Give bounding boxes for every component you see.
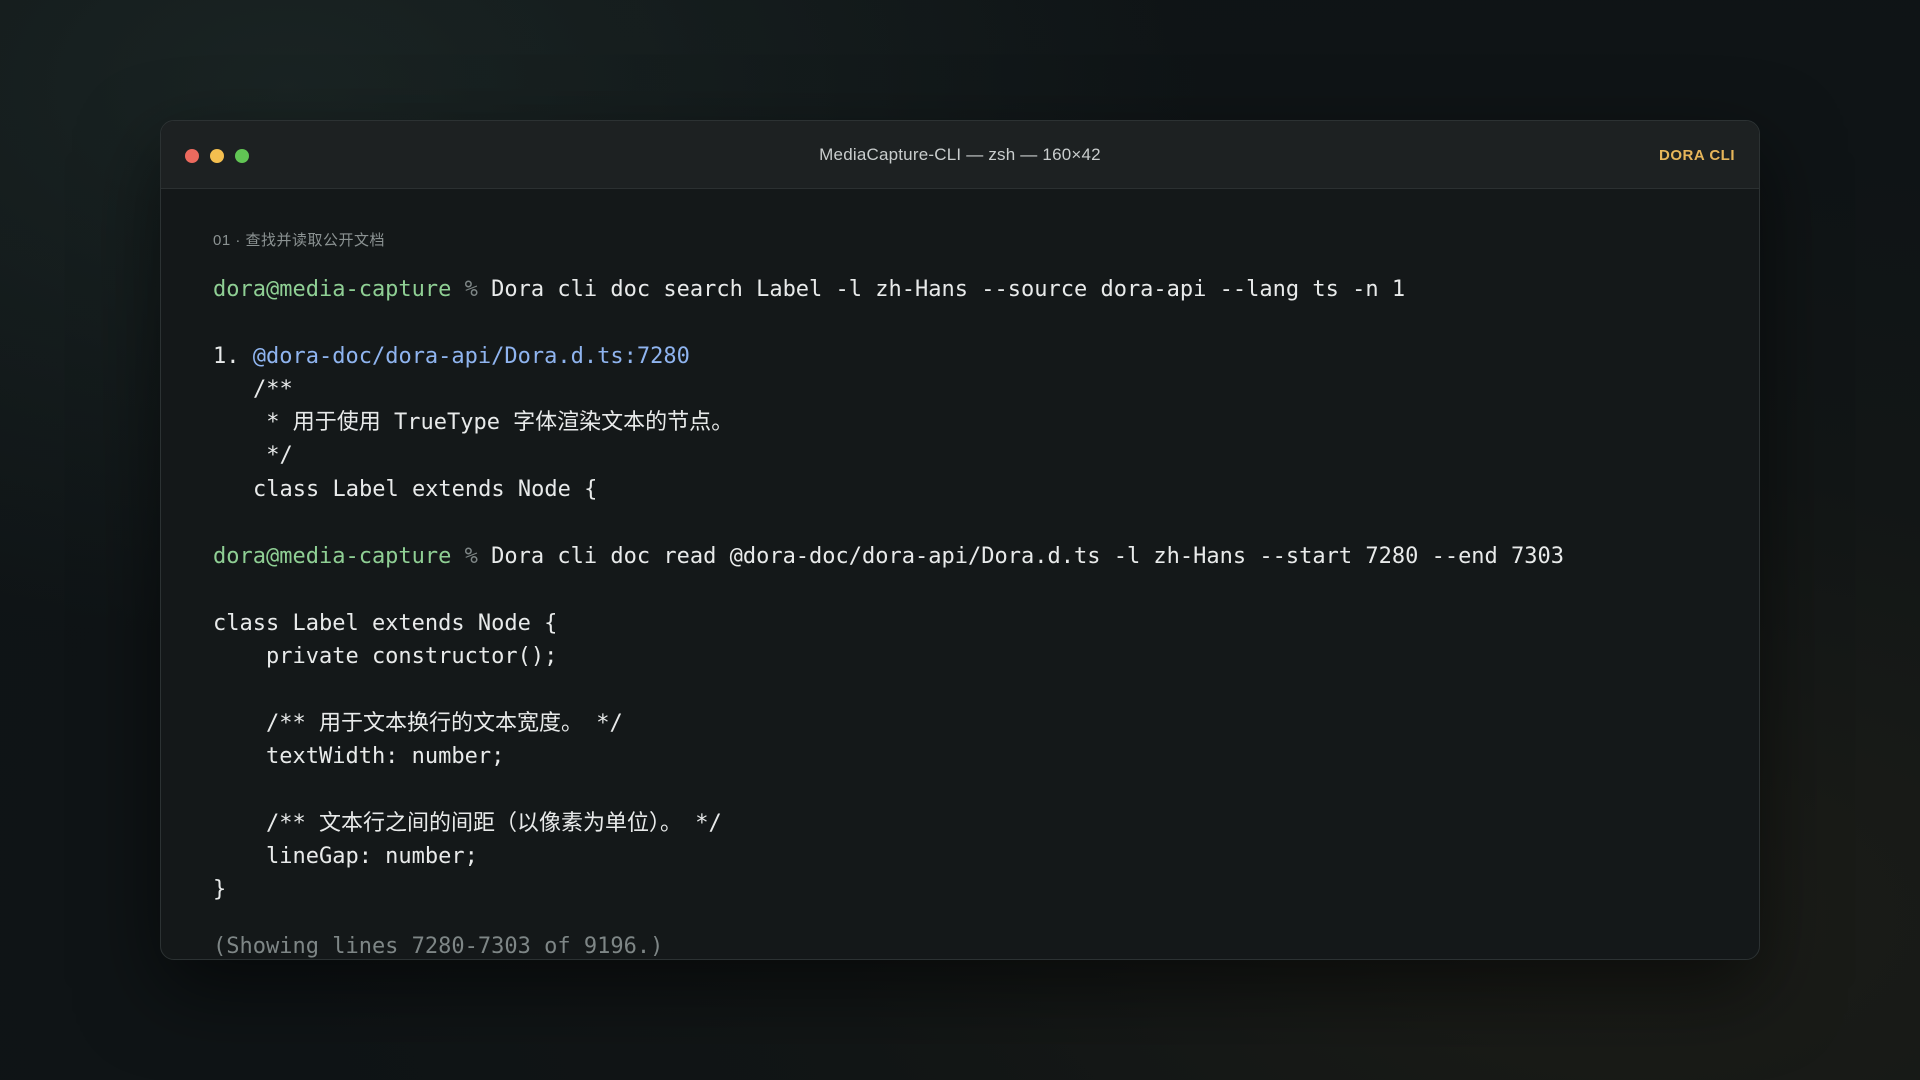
output-line: private constructor(); bbox=[213, 644, 558, 669]
command-text: Dora cli doc search Label -l zh-Hans --s… bbox=[491, 277, 1406, 302]
command-text: Dora cli doc read @dora-doc/dora-api/Dor… bbox=[491, 544, 1565, 569]
prompt-symbol: % bbox=[464, 544, 478, 569]
prompt-user: dora@media-capture bbox=[213, 277, 452, 302]
output-line: lineGap: number; bbox=[213, 844, 478, 869]
result-line: class Label extends Node { bbox=[253, 477, 598, 502]
command-line: dora@media-capture % Dora cli doc search… bbox=[213, 273, 1405, 306]
command-line: dora@media-capture % Dora cli doc read @… bbox=[213, 540, 1564, 573]
result-line: */ bbox=[253, 443, 293, 468]
output-line: } bbox=[213, 877, 227, 902]
result-line: * 用于使用 TrueType 字体渲染文本的节点。 bbox=[253, 410, 734, 435]
terminal-output[interactable]: 01 · 查找并读取公开文档 dora@media-capture % Dora… bbox=[213, 189, 1719, 959]
title-bar: MediaCapture-CLI — zsh — 160×42 DORA CLI bbox=[161, 121, 1759, 189]
search-result-header: 1. @dora-doc/dora-api/Dora.d.ts:7280 bbox=[213, 340, 690, 373]
output-line: class Label extends Node { bbox=[213, 611, 558, 636]
window-title: MediaCapture-CLI — zsh — 160×42 bbox=[819, 145, 1101, 164]
prompt-user: dora@media-capture bbox=[213, 544, 452, 569]
result-line: /** bbox=[253, 377, 293, 402]
output-line: /** 用于文本换行的文本宽度。 */ bbox=[213, 711, 623, 736]
step-label: 01 · 查找并读取公开文档 bbox=[213, 232, 386, 249]
result-path-link[interactable]: @dora-doc/dora-api/Dora.d.ts:7280 bbox=[253, 344, 690, 369]
brand-label: DORA CLI bbox=[1659, 147, 1735, 164]
output-footer: (Showing lines 7280-7303 of 9196.) bbox=[213, 934, 664, 959]
prompt-symbol: % bbox=[464, 277, 478, 302]
output-line: /** 文本行之间的间距（以像素为单位）。 */ bbox=[213, 811, 722, 836]
output-line: textWidth: number; bbox=[213, 744, 505, 769]
terminal-window: MediaCapture-CLI — zsh — 160×42 DORA CLI… bbox=[160, 120, 1760, 960]
result-index: 1. bbox=[213, 344, 240, 369]
